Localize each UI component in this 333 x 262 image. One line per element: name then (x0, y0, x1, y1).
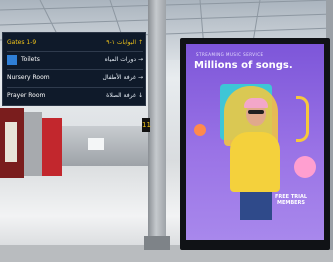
pillar-base (144, 236, 170, 250)
board-row-toilets: Toilets دورات المياه → (7, 53, 143, 67)
direction-board: Gates 1-9 البوابات ١-٩ ↑ Toilets دورات ا… (2, 32, 146, 106)
arrow-down-icon: ↓ (137, 92, 143, 99)
nursery-label: Nursery Room (7, 74, 50, 81)
prayer-arabic: غرفة الصلاة ↓ (106, 92, 143, 99)
airport-terminal-scene: Gates 1-9 البوابات ١-٩ ↑ Toilets دورات ا… (0, 0, 333, 262)
storefront-grey (24, 112, 42, 176)
storefront-red (42, 118, 62, 176)
yellow-ribbon-shape (296, 96, 309, 142)
model-sunglasses (248, 110, 264, 114)
model-yellow-top (230, 132, 280, 192)
board-row-gates: Gates 1-9 البوابات ١-٩ ↑ (7, 36, 143, 50)
board-row-nursery: Nursery Room غرفة الأطفال → (7, 71, 143, 85)
board-divider (7, 87, 143, 88)
gates-arabic: البوابات ١-٩ ↑ (106, 39, 143, 46)
digital-signage-screen: STREAMING MUSIC SERVICE Millions of song… (186, 44, 324, 240)
ad-eyebrow-text: STREAMING MUSIC SERVICE (196, 52, 264, 57)
model-pink-hat (244, 98, 268, 108)
board-row-prayer: Prayer Room غرفة الصلاة ↓ (7, 89, 143, 103)
board-divider (7, 69, 143, 70)
toilets-label: Toilets (21, 56, 40, 63)
arrow-up-icon: ↑ (137, 39, 143, 46)
gate-number-sign: 11 (142, 118, 151, 132)
pink-circle-shape (294, 156, 316, 178)
distant-light-panel (88, 138, 104, 150)
orange-dot-shape (194, 124, 206, 136)
ad-footer-text: FREE TRIAL MEMBERS (274, 194, 307, 206)
storefront-window (5, 122, 17, 162)
gates-label: Gates 1-9 (7, 39, 37, 46)
toilet-icon (7, 55, 17, 65)
arrow-right-icon: → (137, 74, 143, 81)
ad-headline: Millions of songs. (194, 60, 293, 71)
board-divider (7, 51, 143, 52)
arrow-right-icon: → (137, 56, 143, 63)
toilets-arabic: دورات المياه → (104, 56, 143, 63)
nursery-arabic: غرفة الأطفال → (102, 74, 143, 81)
distant-concourse (62, 126, 152, 166)
prayer-label: Prayer Room (7, 92, 46, 99)
